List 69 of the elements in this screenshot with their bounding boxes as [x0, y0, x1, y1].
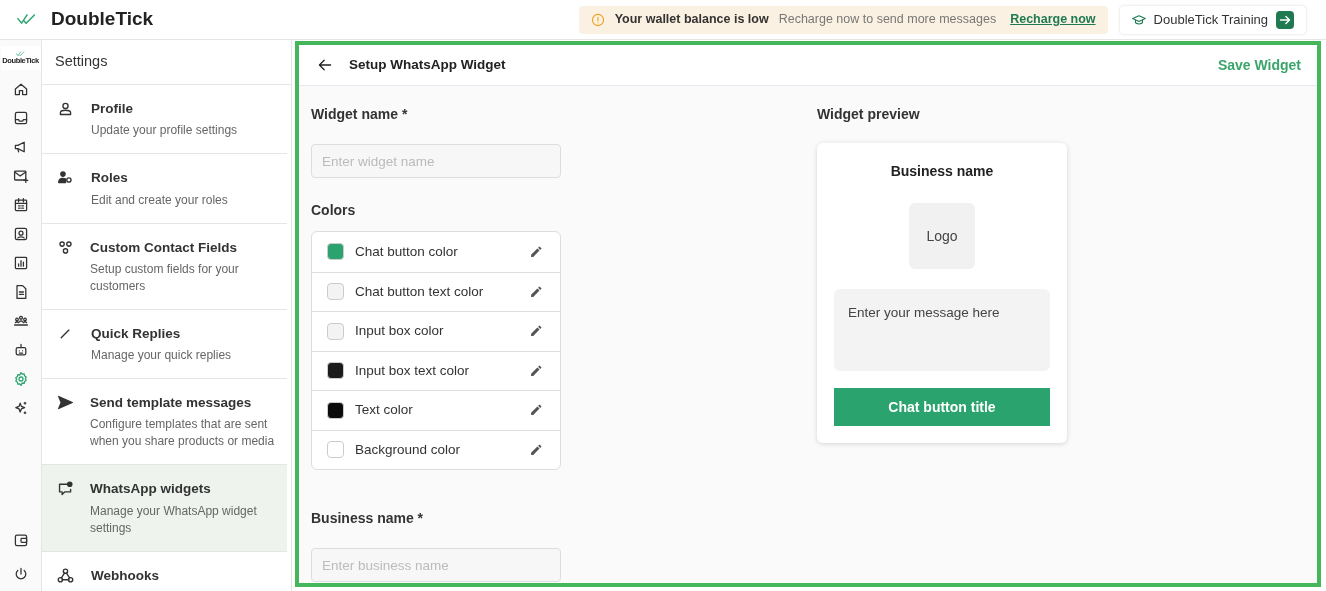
user-icon	[57, 100, 74, 117]
back-arrow-icon	[317, 57, 333, 73]
send-icon	[57, 394, 74, 411]
color-swatch[interactable]	[327, 362, 344, 380]
color-swatch[interactable]	[327, 401, 344, 419]
inbox-icon	[12, 109, 29, 126]
item-title: WhatsApp widgets	[90, 480, 212, 499]
item-title: Custom Contact Fields	[90, 238, 238, 257]
item-description: Manage your WhatsApp widget settings	[90, 502, 258, 537]
logo-field[interactable]: Logo	[909, 203, 975, 269]
message-box: Enter your message here	[834, 289, 1050, 371]
item-description: Manage your quick replies	[91, 347, 232, 364]
sparkle-icon	[12, 399, 29, 416]
color-swatch[interactable]	[327, 441, 344, 459]
item-description: Update your profile settings	[91, 122, 238, 140]
pencil-icon	[529, 244, 543, 259]
graduation-cap-icon	[1131, 12, 1146, 27]
app-name: DoubleTick	[51, 7, 154, 32]
pencil-icon	[529, 403, 543, 418]
recharge-link[interactable]: Recharge now	[1010, 10, 1096, 29]
color-name: Chat button text color	[355, 282, 484, 301]
item-title: Profile	[91, 100, 134, 118]
color-swatch[interactable]	[327, 243, 344, 261]
settings-item[interactable]: WhatsApp widgets Manage your WhatsApp widget settings	[42, 465, 287, 552]
wallet-icon	[12, 532, 29, 548]
settings-icon	[12, 370, 29, 387]
color-name: Background color	[355, 440, 461, 459]
item-title: Quick Replies	[91, 324, 182, 343]
pencil-icon	[529, 324, 543, 339]
preview-business-name: Business name	[890, 162, 994, 181]
item-description: Setup custom fields for your customers	[90, 260, 240, 295]
color-swatch[interactable]	[327, 283, 344, 301]
page-title: Setup WhatsApp Widget	[349, 55, 506, 74]
field-label: Widget name *	[311, 105, 409, 124]
edit-button[interactable]	[529, 243, 545, 260]
chart-icon	[12, 254, 29, 271]
banner-message: Recharge now to send more messages	[778, 11, 997, 29]
color-name: Input box color	[355, 322, 444, 341]
pencil-icon	[529, 363, 543, 378]
color-name: Chat button color	[355, 242, 458, 261]
contact-icon	[12, 225, 29, 242]
edit-button[interactable]	[529, 441, 545, 458]
business-name-field[interactable]: Enter business name	[311, 548, 561, 582]
banner-title: Your wallet balance is low	[614, 11, 769, 29]
edit-button[interactable]	[529, 362, 545, 379]
item-title: Send template messages	[90, 394, 253, 412]
logo-icon	[15, 51, 26, 58]
chat-gear-icon	[57, 480, 74, 498]
widget-name-field[interactable]: Enter widget name	[311, 144, 561, 178]
calendar-icon	[12, 196, 29, 213]
color-name: Text color	[355, 401, 413, 420]
pencil-icon	[529, 284, 543, 299]
gears-icon	[57, 238, 74, 256]
item-description: Edit and create your roles	[91, 191, 228, 209]
settings-title: Settings	[55, 52, 108, 72]
item-title: Roles	[91, 169, 129, 188]
item-title: Webhooks	[91, 566, 159, 585]
training-button[interactable]: DoubleTick Training	[1119, 5, 1306, 34]
field-label: Business name *	[311, 509, 425, 528]
arrow-right-icon	[1276, 10, 1294, 29]
color-name: Input box text color	[355, 361, 470, 380]
webhook-icon	[57, 566, 74, 584]
edit-button[interactable]	[529, 283, 545, 300]
section-label: Colors	[311, 201, 357, 220]
warning-icon	[590, 12, 605, 27]
color-swatch[interactable]	[327, 322, 344, 340]
preview-label: Widget preview	[817, 105, 921, 124]
pencil-icon	[529, 442, 543, 457]
item-description: Configure templates that are sent when you share products or media	[90, 416, 276, 451]
